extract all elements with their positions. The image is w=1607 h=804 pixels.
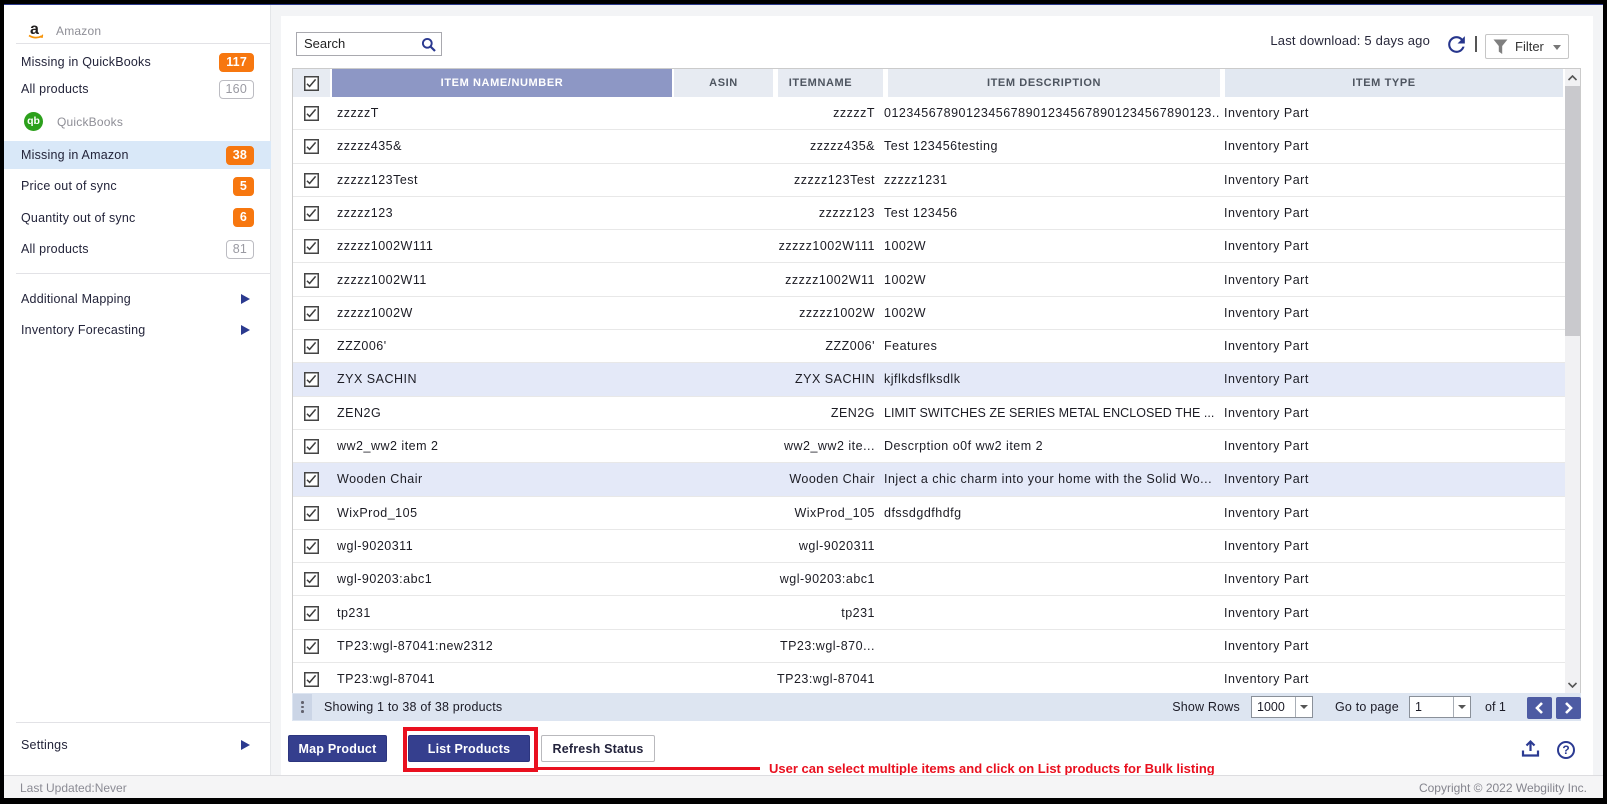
svg-text:a: a bbox=[30, 21, 39, 38]
